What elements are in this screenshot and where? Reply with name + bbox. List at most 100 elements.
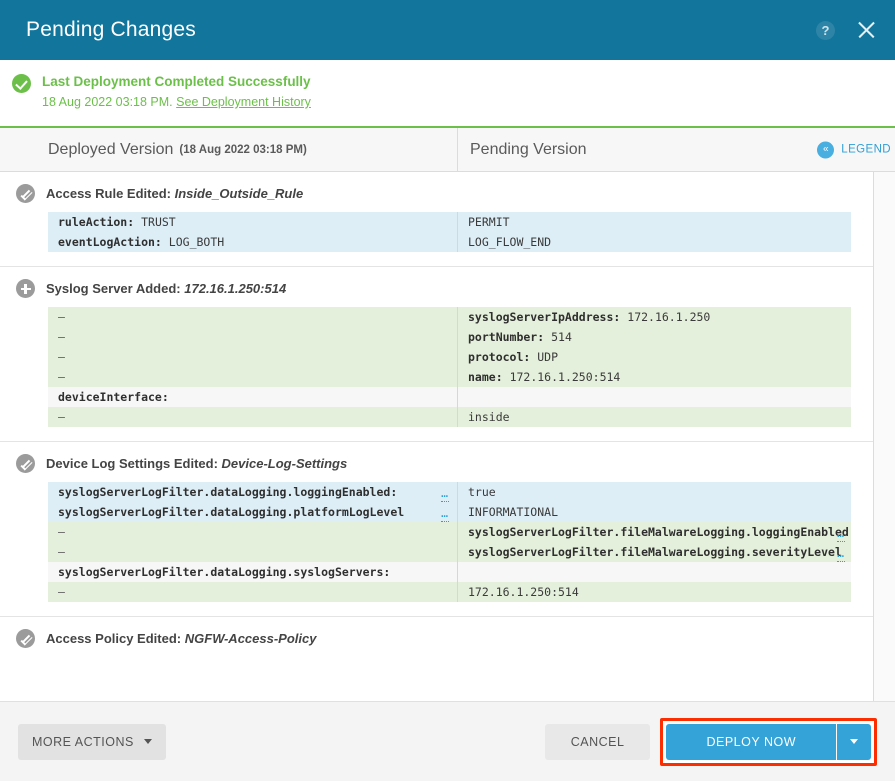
- diff-cell-left: eventLogAction: LOG_BOTH: [48, 232, 458, 252]
- change-object-name: Inside_Outside_Rule: [174, 186, 304, 201]
- cancel-button[interactable]: CANCEL: [544, 723, 651, 760]
- diff-key: protocol:: [468, 350, 531, 364]
- diff-cell-left: –: [48, 307, 458, 327]
- diff-cell-right: [458, 562, 851, 582]
- deploy-now-button[interactable]: DEPLOY NOW: [666, 723, 837, 760]
- page-title: Pending Changes: [26, 18, 196, 41]
- diff-key: syslogServerLogFilter.fileMalwareLogging…: [468, 545, 842, 559]
- chevron-down-icon: [850, 739, 858, 744]
- diff-cell-right: [458, 387, 851, 407]
- change-section-header: Device Log Settings Edited: Device-Log-S…: [0, 454, 873, 473]
- diff-value: inside: [468, 410, 510, 424]
- banner-subtitle: 18 Aug 2022 03:18 PM. See Deployment His…: [42, 94, 311, 110]
- change-object-name: 172.16.1.250:514: [184, 281, 287, 296]
- footer-primary-actions: CANCEL DEPLOY NOW: [544, 717, 877, 766]
- diff-cell-left: –: [48, 522, 458, 542]
- dialog-titlebar: Pending Changes ?: [0, 0, 895, 60]
- diff-empty-dash: –: [58, 585, 65, 599]
- diff-row: syslogServerLogFilter.dataLogging.loggin…: [48, 482, 851, 502]
- diff-table: – syslogServerIpAddress: 172.16.1.250 – por…: [48, 307, 851, 427]
- chevron-double-left-icon: «: [817, 141, 835, 158]
- deployment-timestamp: 18 Aug 2022 03:18 PM.: [42, 95, 173, 109]
- change-type-label: Access Rule Edited:: [46, 186, 171, 201]
- changes-body: Access Rule Edited: Inside_Outside_Ruler…: [0, 172, 895, 701]
- diff-key: syslogServerLogFilter.dataLogging.syslog…: [58, 565, 391, 579]
- more-actions-button[interactable]: MORE ACTIONS: [18, 723, 166, 760]
- change-section-title: Access Rule Edited: Inside_Outside_Rule: [46, 186, 303, 201]
- diff-cell-right: syslogServerLogFilter.fileMalwareLogging…: [458, 542, 851, 562]
- change-section: Access Rule Edited: Inside_Outside_Ruler…: [0, 172, 873, 267]
- banner-text: Last Deployment Completed Successfully 1…: [42, 73, 311, 110]
- change-section: Device Log Settings Edited: Device-Log-S…: [0, 442, 873, 617]
- change-object-name: Device-Log-Settings: [221, 456, 348, 471]
- pencil-icon: [16, 454, 35, 473]
- change-section-title: Syslog Server Added: 172.16.1.250:514: [46, 281, 286, 296]
- vertical-scrollbar[interactable]: [874, 172, 895, 701]
- diff-cell-right: true: [458, 482, 851, 502]
- diff-row: syslogServerLogFilter.dataLogging.platfo…: [48, 502, 851, 522]
- diff-value: 172.16.1.250:514: [468, 585, 579, 599]
- diff-row: – portNumber: 514: [48, 327, 851, 347]
- diff-cell-left: ruleAction: TRUST: [48, 212, 458, 232]
- diff-cell-right: PERMIT: [458, 212, 851, 232]
- diff-table: syslogServerLogFilter.dataLogging.loggin…: [48, 482, 851, 602]
- more-actions-label: MORE ACTIONS: [32, 734, 134, 749]
- changes-scroll-area[interactable]: Access Rule Edited: Inside_Outside_Ruler…: [0, 172, 874, 701]
- diff-key: portNumber:: [468, 330, 545, 344]
- expand-ellipsis-link[interactable]: …: [441, 505, 449, 522]
- expand-ellipsis-link[interactable]: …: [837, 525, 845, 542]
- legend-label: LEGEND: [841, 143, 891, 156]
- dialog-footer: MORE ACTIONS CANCEL DEPLOY NOW: [0, 701, 895, 781]
- diff-cell-left: –: [48, 582, 458, 602]
- diff-cell-right: name: 172.16.1.250:514: [458, 367, 851, 387]
- diff-row: – syslogServerIpAddress: 172.16.1.250: [48, 307, 851, 327]
- diff-cell-left: –: [48, 407, 458, 427]
- diff-row: syslogServerLogFilter.dataLogging.syslog…: [48, 562, 851, 582]
- change-section: Syslog Server Added: 172.16.1.250:514 – sy…: [0, 267, 873, 442]
- diff-row: – 172.16.1.250:514: [48, 582, 851, 602]
- diff-value: PERMIT: [468, 215, 510, 229]
- banner-title: Last Deployment Completed Successfully: [42, 74, 311, 89]
- diff-empty-dash: –: [58, 525, 65, 539]
- diff-row: – syslogServerLogFilter.fileMalwareLoggin…: [48, 542, 851, 562]
- diff-key: syslogServerLogFilter.dataLogging.loggin…: [58, 485, 398, 499]
- diff-row: – inside: [48, 407, 851, 427]
- pencil-icon: [16, 629, 35, 648]
- check-circle-icon: [12, 74, 31, 93]
- diff-value: 514: [551, 330, 572, 344]
- diff-row: eventLogAction: LOG_BOTH LOG_FLOW_END: [48, 232, 851, 252]
- deploy-options-button[interactable]: [837, 723, 871, 760]
- diff-empty-dash: –: [58, 545, 65, 559]
- pending-version-label: Pending Version: [470, 140, 587, 158]
- diff-key: syslogServerLogFilter.fileMalwareLogging…: [468, 525, 851, 539]
- close-icon[interactable]: [855, 19, 877, 41]
- diff-value: 172.16.1.250: [627, 310, 711, 324]
- diff-cell-left: syslogServerLogFilter.dataLogging.loggin…: [48, 482, 458, 502]
- diff-cell-right: portNumber: 514: [458, 327, 851, 347]
- expand-ellipsis-link[interactable]: …: [837, 545, 845, 562]
- pencil-icon: [16, 184, 35, 203]
- diff-key: name:: [468, 370, 503, 384]
- legend-toggle[interactable]: « LEGEND: [817, 141, 891, 158]
- diff-key: eventLogAction:: [58, 235, 162, 249]
- diff-value: TRUST: [141, 215, 176, 229]
- diff-value: LOG_FLOW_END: [468, 235, 552, 249]
- deploy-now-highlight: DEPLOY NOW: [660, 717, 877, 766]
- diff-cell-right: INFORMATIONAL: [458, 502, 851, 522]
- diff-empty-dash: –: [58, 310, 65, 324]
- deployment-status-banner: Last Deployment Completed Successfully 1…: [0, 60, 895, 126]
- deployed-version-timestamp: (18 Aug 2022 03:18 PM): [179, 143, 307, 156]
- change-object-name: NGFW-Access-Policy: [184, 631, 317, 646]
- change-type-label: Access Policy Edited:: [46, 631, 182, 646]
- see-deployment-history-link[interactable]: See Deployment History: [176, 95, 311, 109]
- diff-value: LOG_BOTH: [168, 235, 225, 249]
- change-section-header: Access Policy Edited: NGFW-Access-Policy: [0, 629, 873, 648]
- change-section-header: Syslog Server Added: 172.16.1.250:514: [0, 279, 873, 298]
- expand-ellipsis-link[interactable]: …: [441, 485, 449, 502]
- diff-value: INFORMATIONAL: [468, 505, 559, 519]
- change-type-label: Syslog Server Added:: [46, 281, 181, 296]
- diff-table: ruleAction: TRUST PERMIT eventLogAction: L…: [48, 212, 851, 252]
- diff-cell-left: deviceInterface:: [48, 387, 458, 407]
- help-circle-icon[interactable]: ?: [816, 20, 835, 40]
- diff-cell-left: –: [48, 347, 458, 367]
